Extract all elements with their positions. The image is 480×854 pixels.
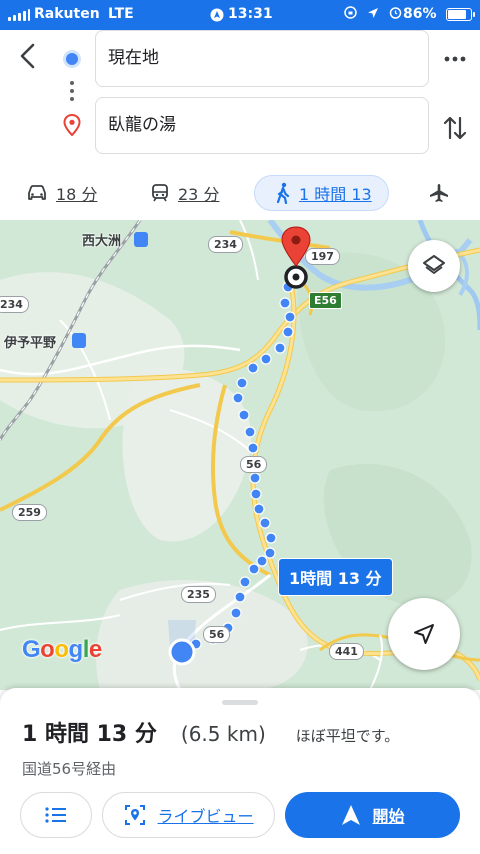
start-label: 開始 bbox=[372, 807, 405, 826]
directions-header: 現在地 臥龍の湯 18 分 23 分 1 時間 13 bbox=[0, 30, 480, 220]
road-shield-441: 441 bbox=[329, 643, 364, 660]
train-station-icon bbox=[134, 232, 148, 247]
route-duration: 1 時間 13 分 bbox=[22, 722, 157, 747]
navigation-active-icon bbox=[210, 8, 224, 26]
carrier-name: Rakuten bbox=[34, 6, 100, 22]
origin-input[interactable]: 現在地 bbox=[95, 30, 429, 87]
layers-icon bbox=[423, 255, 445, 274]
road-shield-234: 234 bbox=[208, 236, 243, 253]
origin-dot-icon bbox=[66, 53, 78, 65]
live-view-label: ライブビュー bbox=[157, 807, 254, 826]
battery-percent: 86% bbox=[403, 6, 437, 22]
signal-strength-icon bbox=[8, 9, 30, 21]
route-summary: 1 時間 13 分 (6.5 km) ほぼ平坦です。 bbox=[22, 716, 399, 748]
start-navigation-button[interactable]: 開始 bbox=[285, 792, 460, 838]
google-logo: Google bbox=[22, 636, 102, 663]
tab-drive[interactable]: 18 分 bbox=[26, 175, 97, 211]
place-label-iyo-hirano[interactable]: 伊予平野 bbox=[4, 332, 56, 351]
battery-icon bbox=[446, 8, 475, 21]
map-layers-button[interactable] bbox=[408, 240, 460, 292]
network-type: LTE bbox=[108, 6, 134, 22]
swap-route-button[interactable] bbox=[440, 112, 470, 144]
terrain-note: ほぼ平坦です。 bbox=[295, 727, 400, 745]
back-button[interactable] bbox=[14, 40, 44, 72]
road-shield-56: 56 bbox=[240, 456, 268, 473]
route-duration-chip[interactable]: 1時間 13 分 bbox=[278, 558, 393, 596]
travel-mode-tabs: 18 分 23 分 1 時間 13 bbox=[0, 175, 480, 215]
sheet-drag-handle[interactable] bbox=[222, 700, 258, 705]
route-summary-sheet[interactable]: 1 時間 13 分 (6.5 km) ほぼ平坦です。 国道56号経由 ライブビュ… bbox=[0, 688, 480, 854]
route-distance: (6.5 km) bbox=[180, 722, 266, 746]
tab-transit-label: 23 分 bbox=[178, 185, 220, 204]
location-arrow-icon bbox=[368, 8, 379, 18]
status-icons bbox=[344, 6, 402, 22]
road-shield-234-left: 234 bbox=[0, 296, 29, 313]
chevron-left-icon bbox=[20, 43, 35, 69]
more-options-button[interactable] bbox=[440, 48, 470, 70]
road-shield-197: 197 bbox=[305, 248, 340, 265]
list-icon bbox=[45, 807, 66, 823]
road-shield-235: 235 bbox=[181, 586, 216, 603]
route-dots-icon bbox=[70, 81, 74, 105]
tab-walk-label: 1 時間 13 bbox=[299, 185, 372, 204]
walk-icon bbox=[276, 182, 290, 204]
live-view-icon bbox=[125, 805, 146, 825]
road-shield-259: 259 bbox=[12, 504, 47, 521]
navigation-arrow-icon bbox=[414, 624, 434, 644]
steps-list-button[interactable] bbox=[20, 792, 92, 838]
current-location-marker bbox=[168, 620, 196, 666]
tab-drive-label: 18 分 bbox=[56, 185, 98, 204]
tab-walk[interactable]: 1 時間 13 bbox=[254, 175, 389, 211]
more-horizontal-icon bbox=[444, 56, 466, 62]
live-view-button[interactable]: ライブビュー bbox=[102, 792, 275, 838]
orientation-lock-icon bbox=[344, 6, 357, 19]
swap-vertical-icon bbox=[443, 116, 467, 140]
route-via: 国道56号経由 bbox=[22, 760, 117, 778]
destination-input[interactable]: 臥龍の湯 bbox=[95, 97, 429, 154]
place-label-nishi-ozu[interactable]: 西大洲 bbox=[82, 230, 121, 249]
airplane-icon bbox=[430, 184, 448, 202]
train-icon bbox=[152, 184, 168, 202]
road-shield-56-bottom: 56 bbox=[203, 626, 231, 643]
destination-pin-icon bbox=[63, 114, 81, 136]
expressway-shield-e56: E56 bbox=[309, 292, 342, 309]
navigation-start-icon bbox=[342, 805, 361, 825]
status-bar: Rakuten LTE 13:31 86% bbox=[0, 0, 480, 30]
map-view[interactable]: 西大洲 伊予平野 234 234 197 E56 56 259 235 56 4… bbox=[0, 220, 480, 690]
tab-flights[interactable] bbox=[428, 175, 450, 211]
alarm-icon bbox=[390, 7, 402, 19]
tab-transit[interactable]: 23 分 bbox=[150, 175, 219, 211]
recenter-button[interactable] bbox=[388, 598, 460, 670]
clock-time: 13:31 bbox=[228, 6, 273, 22]
car-icon bbox=[28, 185, 46, 200]
train-station-icon bbox=[72, 333, 86, 348]
